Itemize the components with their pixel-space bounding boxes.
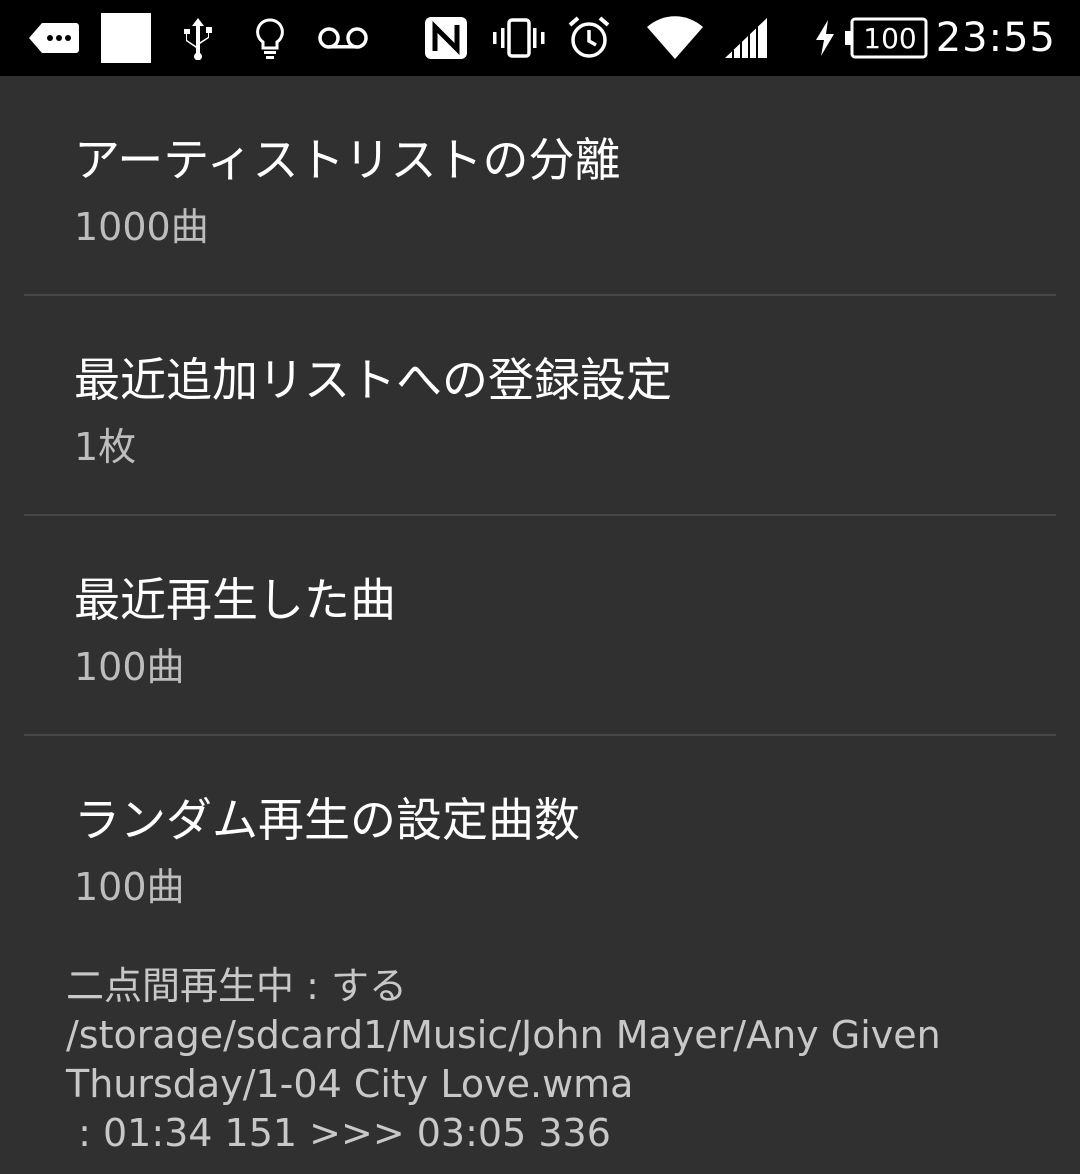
more-notifications-icon <box>28 0 80 76</box>
debug-line: Thursday/1-04 City Love.wma <box>66 1062 634 1106</box>
pref-summary: 100曲 <box>74 865 185 909</box>
debug-line: /storage/sdcard1/Music/John Mayer/Any Gi… <box>66 1013 941 1057</box>
signal-icon <box>720 0 770 76</box>
usb-icon <box>180 0 216 76</box>
pref-recently-added-registration[interactable]: 最近追加リストへの登録設定 1枚 <box>24 296 1056 516</box>
pref-title: アーティストリストの分離 <box>74 133 621 187</box>
status-bar: 100 23:55 <box>0 0 1080 76</box>
alarm-icon <box>566 0 612 76</box>
pref-summary: 1枚 <box>74 425 137 469</box>
wifi-icon <box>644 0 706 76</box>
charging-icon <box>810 0 840 76</box>
bulb-icon <box>252 0 288 76</box>
settings-list: アーティストリストの分離 1000曲 最近追加リストへの登録設定 1枚 最近再生… <box>0 76 1080 954</box>
pref-recently-played[interactable]: 最近再生した曲 100曲 <box>24 516 1056 736</box>
pref-random-play-count[interactable]: ランダム再生の設定曲数 100曲 <box>24 736 1056 954</box>
nfc-icon <box>422 0 470 76</box>
pref-artist-list-separation[interactable]: アーティストリストの分離 1000曲 <box>24 76 1056 296</box>
vibrate-icon <box>490 0 548 76</box>
pref-title: 最近追加リストへの登録設定 <box>74 353 672 407</box>
pref-title: 最近再生した曲 <box>74 573 396 627</box>
debug-line: 二点間再生中 : する <box>66 964 407 1008</box>
battery-icon: 100 <box>844 0 928 76</box>
clock: 23:55 <box>935 15 1056 61</box>
battery-level: 100 <box>863 21 917 55</box>
voicemail-icon <box>316 0 370 76</box>
debug-line: : 01:34 151 >>> 03:05 336 <box>66 1111 611 1155</box>
pref-summary: 100曲 <box>74 645 185 689</box>
white-square-icon <box>100 0 152 76</box>
pref-title: ランダム再生の設定曲数 <box>74 793 580 847</box>
ab-repeat-debug-info: 二点間再生中 : する /storage/sdcard1/Music/John … <box>66 962 1056 1158</box>
pref-summary: 1000曲 <box>74 205 209 249</box>
